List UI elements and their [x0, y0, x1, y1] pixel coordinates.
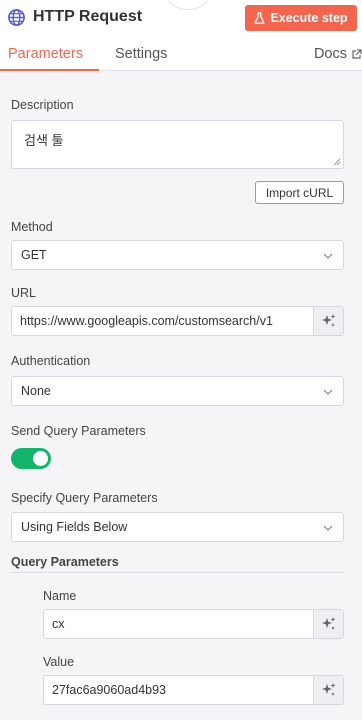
globe-icon: [8, 9, 25, 26]
authentication-label: Authentication: [11, 354, 91, 368]
section-divider: [11, 572, 344, 573]
method-value: GET: [21, 248, 47, 262]
param-name-label: Name: [43, 589, 77, 603]
execute-step-label: Execute step: [270, 11, 348, 25]
toggle-knob: [33, 451, 48, 466]
resize-handle-icon[interactable]: [333, 158, 341, 166]
description-value: 검색 툴: [24, 133, 64, 148]
method-label: Method: [11, 220, 53, 234]
sparkle-icon: [321, 683, 335, 696]
chevron-down-icon: [323, 525, 333, 531]
docs-label: Docs: [313, 46, 347, 62]
connector-handle: [166, 0, 210, 10]
tab-settings[interactable]: Settings: [115, 46, 167, 62]
description-field[interactable]: 검색 툴: [11, 120, 344, 169]
param-value-value: 27fac6a9060ad4b93: [52, 683, 167, 697]
chevron-down-icon: [323, 253, 333, 259]
description-label: Description: [11, 98, 74, 112]
chevron-down-icon: [323, 389, 333, 395]
specify-query-select[interactable]: Using Fields Below: [11, 512, 344, 542]
import-curl-button[interactable]: Import cURL: [255, 181, 344, 204]
flask-icon: [254, 12, 265, 24]
specify-query-value: Using Fields Below: [21, 520, 128, 534]
sparkle-icon: [321, 314, 335, 327]
specify-query-label: Specify Query Parameters: [11, 491, 158, 505]
tab-parameters[interactable]: Parameters: [8, 46, 83, 62]
execute-step-button[interactable]: Execute step: [245, 5, 357, 31]
expression-button[interactable]: [313, 307, 343, 335]
param-name-value: cx: [52, 617, 65, 631]
url-value: https://www.googleapis.com/customsearch/…: [20, 314, 273, 328]
param-name-input[interactable]: cx: [43, 609, 344, 639]
external-link-icon: [352, 48, 362, 59]
param-value-label: Value: [43, 655, 75, 669]
param-value-input[interactable]: 27fac6a9060ad4b93: [43, 675, 344, 705]
node-header: HTTP Request Execute step: [0, 0, 362, 38]
url-input[interactable]: https://www.googleapis.com/customsearch/…: [11, 306, 344, 336]
expression-button[interactable]: [313, 610, 343, 638]
tab-bar: Parameters Settings Docs: [0, 38, 362, 71]
method-select[interactable]: GET: [11, 240, 344, 270]
send-query-label: Send Query Parameters: [11, 424, 146, 438]
expression-button[interactable]: [313, 676, 343, 704]
send-query-toggle[interactable]: [11, 448, 51, 469]
authentication-value: None: [21, 384, 51, 398]
authentication-select[interactable]: None: [11, 376, 344, 406]
sparkle-icon: [321, 617, 335, 630]
node-title: HTTP Request: [33, 8, 143, 25]
docs-link[interactable]: Docs: [314, 46, 362, 62]
url-label: URL: [11, 286, 37, 300]
query-parameters-heading: Query Parameters: [11, 555, 119, 569]
